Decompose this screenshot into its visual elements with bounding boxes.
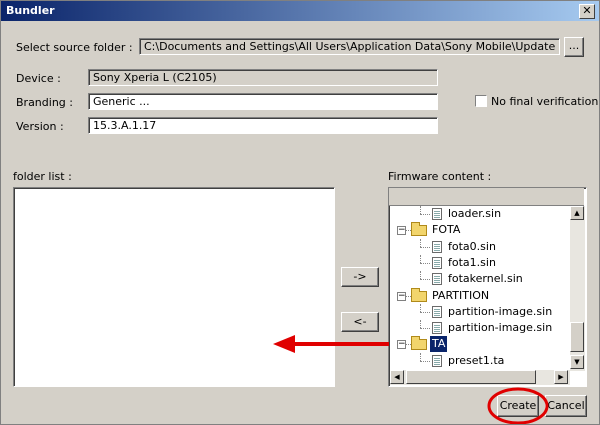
annotation-overlay <box>273 335 549 424</box>
annotation-arrow-head <box>273 335 295 353</box>
bundler-window: Bundler ✕ Select source folder : C:\Docu… <box>0 0 600 425</box>
annotation-circle <box>487 387 549 424</box>
